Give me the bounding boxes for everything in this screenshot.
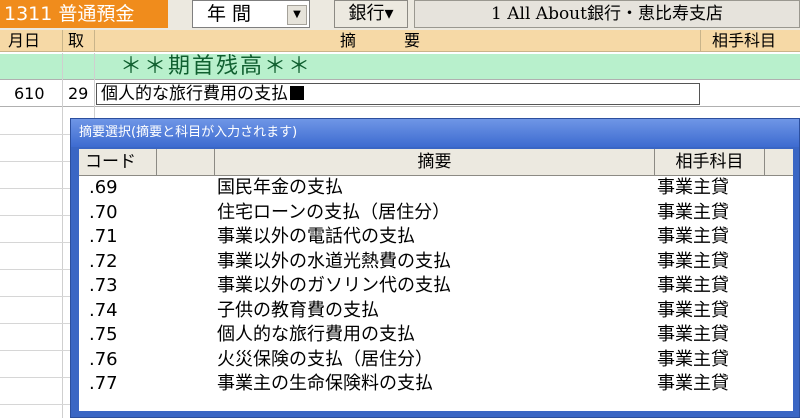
- list-item[interactable]: .69 国民年金の支払 事業主貸: [79, 176, 793, 201]
- item-account: 事業主貸: [657, 201, 729, 223]
- dialog-title[interactable]: 摘要選択(摘要と科目が入力されます): [71, 119, 799, 147]
- item-code: .74: [89, 299, 118, 321]
- item-account: 事業主貸: [657, 348, 729, 370]
- list-item[interactable]: .71 事業以外の電話代の支払 事業主貸: [79, 225, 793, 250]
- item-account: 事業主貸: [657, 226, 729, 247]
- item-account: 事業主貸: [657, 177, 729, 198]
- entry-summary-text: 個人的な旅行費用の支払: [101, 84, 288, 104]
- item-code: .73: [89, 275, 118, 296]
- item-summary: 事業主の生命保険料の支払: [217, 373, 433, 394]
- chevron-down-icon[interactable]: ▼: [287, 5, 307, 25]
- entry-summary-input[interactable]: 個人的な旅行費用の支払: [96, 83, 700, 105]
- grid-line: [0, 215, 70, 216]
- item-account: 事業主貸: [657, 299, 729, 321]
- period-select[interactable]: 年 間 ▼: [192, 0, 310, 28]
- list-item[interactable]: .76 火災保険の支払（居住分） 事業主貸: [79, 348, 793, 373]
- grid-line: [62, 53, 63, 418]
- account-badge[interactable]: 1311 普通預金: [0, 0, 168, 28]
- grid-line: [0, 377, 70, 378]
- grid-line: [0, 134, 70, 135]
- item-summary: 個人的な旅行費用の支払: [217, 324, 415, 345]
- grid-line: [0, 350, 70, 351]
- item-code: .75: [89, 324, 118, 345]
- grid-line: [0, 323, 70, 324]
- list-item[interactable]: .77 事業主の生命保険料の支払 事業主貸: [79, 372, 793, 397]
- bank-button[interactable]: 銀行▾: [334, 0, 408, 28]
- item-summary: 国民年金の支払: [217, 177, 343, 198]
- ledger-header: 月日 取 摘 要 相手科目: [0, 30, 800, 52]
- header-counter-account: 相手科目: [712, 31, 777, 50]
- item-code: .76: [89, 348, 118, 370]
- header-divider: [62, 30, 63, 52]
- entry-code[interactable]: 610: [14, 84, 45, 104]
- list-item[interactable]: .73 事業以外のガソリン代の支払 事業主貸: [79, 274, 793, 299]
- grid-line: [0, 242, 70, 243]
- item-account: 事業主貸: [657, 275, 729, 296]
- period-select-value: 年 間: [207, 3, 252, 25]
- header-divider: [700, 30, 701, 52]
- item-code: .77: [89, 373, 118, 394]
- grid-line: [0, 188, 70, 189]
- list-item[interactable]: .75 個人的な旅行費用の支払 事業主貸: [79, 323, 793, 348]
- summary-list: コード 摘要 相手科目 .69 国民年金の支払 事業主貸 .70 住宅ローンの支払（居…: [79, 149, 793, 411]
- item-account: 事業主貸: [657, 250, 729, 272]
- list-item[interactable]: .70 住宅ローンの支払（居住分） 事業主貸: [79, 201, 793, 226]
- column-header-spacer: [157, 149, 215, 175]
- header-torihiki: 取: [68, 31, 85, 50]
- item-code: .69: [89, 177, 118, 198]
- item-summary: 事業以外のガソリン代の支払: [217, 275, 451, 296]
- header-divider: [94, 30, 95, 52]
- list-header: コード 摘要 相手科目: [79, 149, 793, 176]
- column-header-summary[interactable]: 摘要: [215, 149, 655, 175]
- item-account: 事業主貸: [657, 324, 729, 345]
- grid-line: [0, 404, 70, 405]
- list-item[interactable]: .74 子供の教育費の支払 事業主貸: [79, 299, 793, 324]
- entry-day[interactable]: 29: [68, 84, 88, 104]
- item-summary: 事業以外の電話代の支払: [217, 226, 415, 247]
- item-summary: 事業以外の水道光熱費の支払: [217, 250, 451, 272]
- column-header-code[interactable]: コード: [79, 149, 157, 175]
- column-header-account[interactable]: 相手科目: [655, 149, 765, 175]
- text-cursor: [290, 86, 304, 100]
- bank-name-display[interactable]: 1 All About銀行・恵比寿支店: [414, 0, 800, 28]
- grid-line: [0, 161, 70, 162]
- list-item[interactable]: .72 事業以外の水道光熱費の支払 事業主貸: [79, 250, 793, 275]
- item-summary: 子供の教育費の支払: [217, 299, 379, 321]
- item-code: .72: [89, 250, 118, 272]
- grid-line: [0, 296, 70, 297]
- header-summary: 摘 要: [340, 31, 421, 50]
- item-code: .71: [89, 226, 118, 247]
- item-summary: 火災保険の支払（居住分）: [217, 348, 433, 370]
- opening-balance-label: ＊＊期首残高＊＊: [120, 54, 313, 79]
- list-body: .69 国民年金の支払 事業主貸 .70 住宅ローンの支払（居住分） 事業主貸 .71 事…: [79, 176, 793, 397]
- summary-select-dialog: 摘要選択(摘要と科目が入力されます) コード 摘要 相手科目 .69 国民年金の支…: [70, 118, 800, 418]
- item-account: 事業主貸: [657, 373, 729, 394]
- item-code: .70: [89, 201, 118, 223]
- header-month-day: 月日: [8, 31, 41, 50]
- item-summary: 住宅ローンの支払（居住分）: [217, 201, 451, 223]
- grid-line: [0, 269, 70, 270]
